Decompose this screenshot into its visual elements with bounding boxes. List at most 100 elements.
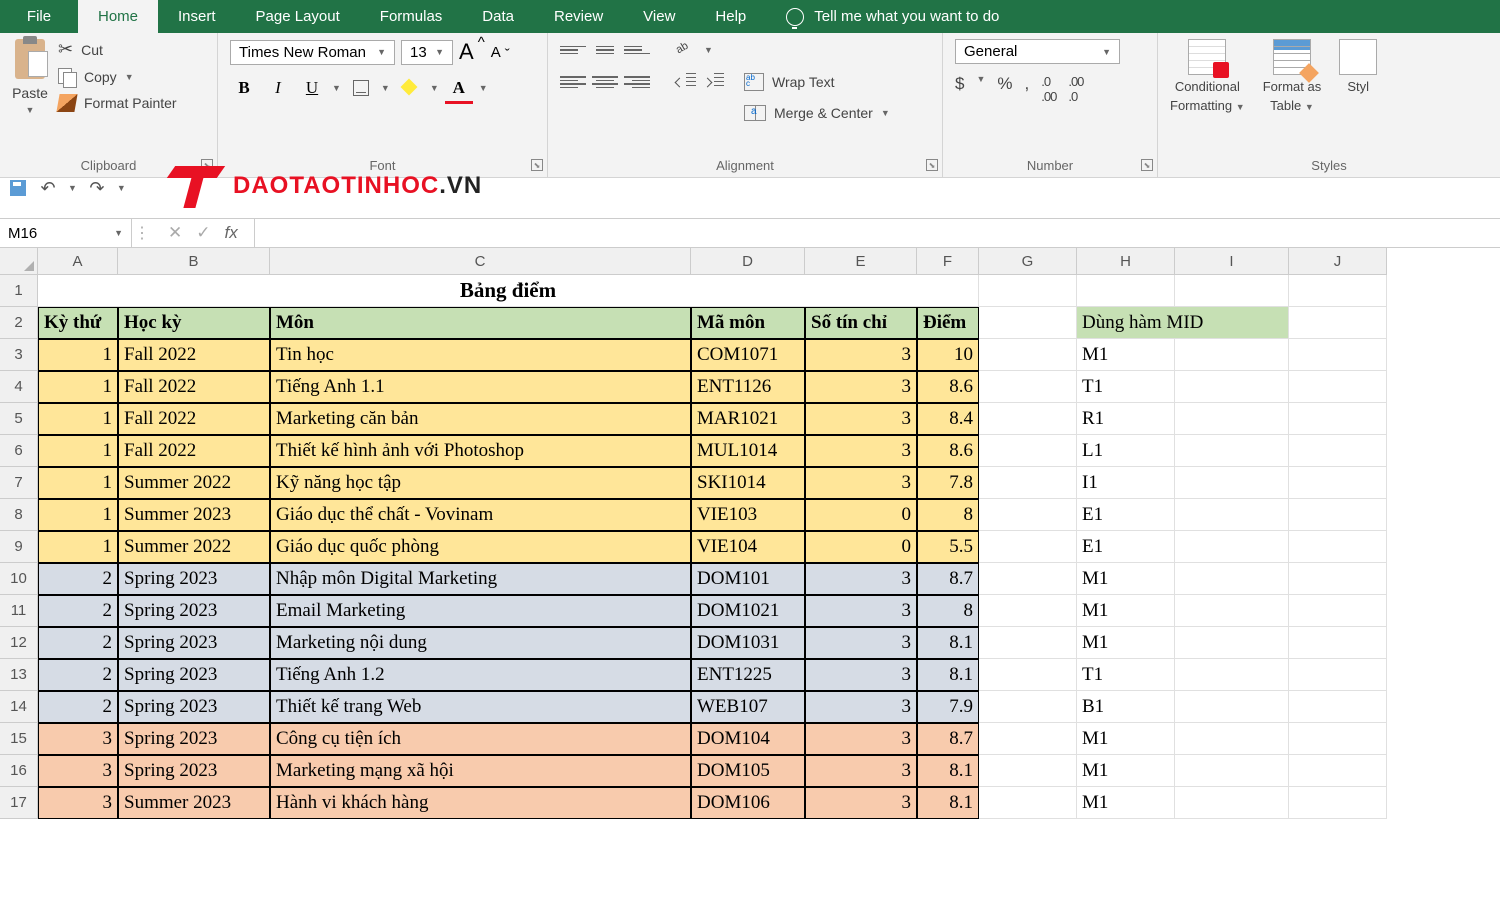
cell[interactable]: E1 xyxy=(1077,531,1175,563)
cell[interactable] xyxy=(979,627,1077,659)
cell[interactable]: 7.9 xyxy=(917,691,979,723)
fx-icon[interactable]: fx xyxy=(225,223,238,243)
cell[interactable]: Summer 2023 xyxy=(118,787,270,819)
cell[interactable] xyxy=(1289,787,1387,819)
cell[interactable]: 8 xyxy=(917,595,979,627)
chevron-down-icon[interactable]: ▼ xyxy=(117,183,126,193)
column-header-J[interactable]: J xyxy=(1289,248,1387,275)
cell[interactable] xyxy=(1289,403,1387,435)
enter-icon[interactable]: ✓ xyxy=(196,223,210,243)
cell[interactable]: 8.4 xyxy=(917,403,979,435)
cell[interactable]: WEB107 xyxy=(691,691,805,723)
font-name-combo[interactable]: Times New Roman▼ xyxy=(230,40,395,65)
cell[interactable] xyxy=(1289,595,1387,627)
percent-button[interactable]: % xyxy=(997,74,1012,104)
cell[interactable] xyxy=(979,307,1077,339)
cell[interactable]: VIE104 xyxy=(691,531,805,563)
cell[interactable]: 1 xyxy=(38,371,118,403)
cell[interactable]: Fall 2022 xyxy=(118,435,270,467)
cell[interactable]: Dùng hàm MID xyxy=(1077,307,1289,339)
cell[interactable] xyxy=(979,595,1077,627)
row-header-16[interactable]: 16 xyxy=(0,755,38,787)
save-button[interactable] xyxy=(8,178,28,198)
cell[interactable] xyxy=(1289,723,1387,755)
comma-button[interactable]: , xyxy=(1025,74,1030,104)
row-header-13[interactable]: 13 xyxy=(0,659,38,691)
align-bottom-button[interactable] xyxy=(624,39,650,61)
tab-help[interactable]: Help xyxy=(695,0,766,33)
decrease-font-button[interactable]: Aˇ xyxy=(491,44,510,61)
cell[interactable]: 3 xyxy=(805,371,917,403)
cell[interactable] xyxy=(1289,531,1387,563)
align-right-button[interactable] xyxy=(624,71,650,93)
cell[interactable]: 2 xyxy=(38,627,118,659)
align-top-button[interactable] xyxy=(560,39,586,61)
dialog-launcher-icon[interactable]: ⬊ xyxy=(531,159,543,171)
row-header-1[interactable]: 1 xyxy=(0,275,38,307)
cell[interactable] xyxy=(1077,275,1175,307)
cell[interactable] xyxy=(1289,467,1387,499)
cell[interactable] xyxy=(979,435,1077,467)
column-header-E[interactable]: E xyxy=(805,248,917,275)
chevron-down-icon[interactable]: ▼ xyxy=(704,45,713,55)
row-header-12[interactable]: 12 xyxy=(0,627,38,659)
italic-button[interactable]: I xyxy=(264,75,292,101)
row-header-6[interactable]: 6 xyxy=(0,435,38,467)
cell[interactable]: SKI1014 xyxy=(691,467,805,499)
cell[interactable]: Tin học xyxy=(270,339,691,371)
cell[interactable]: 3 xyxy=(38,787,118,819)
cell[interactable]: Fall 2022 xyxy=(118,371,270,403)
cell[interactable]: Công cụ tiện ích xyxy=(270,723,691,755)
cell[interactable] xyxy=(1175,467,1289,499)
cell[interactable]: M1 xyxy=(1077,339,1175,371)
cell-styles-button[interactable]: Styl xyxy=(1339,39,1377,154)
column-header-I[interactable]: I xyxy=(1175,248,1289,275)
cell[interactable]: Thiết kế hình ảnh với Photoshop xyxy=(270,435,691,467)
cell[interactable] xyxy=(979,563,1077,595)
cell[interactable]: Môn xyxy=(270,307,691,339)
column-header-C[interactable]: C xyxy=(270,248,691,275)
chevron-down-icon[interactable]: ▼ xyxy=(976,74,985,104)
cell[interactable]: 8.6 xyxy=(917,435,979,467)
cell[interactable] xyxy=(979,531,1077,563)
chevron-down-icon[interactable]: ▼ xyxy=(68,183,77,193)
row-header-8[interactable]: 8 xyxy=(0,499,38,531)
cell[interactable]: Điểm xyxy=(917,307,979,339)
cell[interactable]: 3 xyxy=(805,403,917,435)
cell[interactable] xyxy=(1289,339,1387,371)
borders-button[interactable] xyxy=(347,75,375,101)
cell[interactable]: ENT1225 xyxy=(691,659,805,691)
cell[interactable] xyxy=(1175,755,1289,787)
cell[interactable]: Thiết kế trang Web xyxy=(270,691,691,723)
cell[interactable] xyxy=(1289,307,1387,339)
cell[interactable]: DOM1031 xyxy=(691,627,805,659)
cell[interactable]: 3 xyxy=(805,627,917,659)
cell[interactable]: 3 xyxy=(805,339,917,371)
cell[interactable]: 8 xyxy=(917,499,979,531)
cell[interactable] xyxy=(1289,371,1387,403)
cell[interactable]: VIE103 xyxy=(691,499,805,531)
row-header-3[interactable]: 3 xyxy=(0,339,38,371)
cell[interactable]: Marketing căn bản xyxy=(270,403,691,435)
cell[interactable]: DOM105 xyxy=(691,755,805,787)
cell[interactable]: 2 xyxy=(38,691,118,723)
tab-view[interactable]: View xyxy=(623,0,695,33)
cell[interactable]: Tiếng Anh 1.2 xyxy=(270,659,691,691)
cell[interactable]: Tiếng Anh 1.1 xyxy=(270,371,691,403)
decrease-indent-button[interactable] xyxy=(674,73,696,91)
cell[interactable] xyxy=(1175,339,1289,371)
cell[interactable]: 3 xyxy=(38,723,118,755)
cell[interactable]: 8.7 xyxy=(917,563,979,595)
cell[interactable]: 0 xyxy=(805,499,917,531)
tab-page-layout[interactable]: Page Layout xyxy=(236,0,360,33)
cell[interactable]: 3 xyxy=(805,467,917,499)
underline-button[interactable]: U xyxy=(298,75,326,101)
cell[interactable] xyxy=(979,723,1077,755)
merge-center-button[interactable]: Merge & Center▼ xyxy=(744,105,890,121)
chevron-down-icon[interactable]: ▼ xyxy=(381,83,390,93)
cell[interactable]: Spring 2023 xyxy=(118,691,270,723)
cell[interactable] xyxy=(979,275,1077,307)
cancel-icon[interactable]: ✕ xyxy=(168,223,182,243)
cell[interactable]: Hành vi khách hàng xyxy=(270,787,691,819)
cell[interactable] xyxy=(1289,435,1387,467)
